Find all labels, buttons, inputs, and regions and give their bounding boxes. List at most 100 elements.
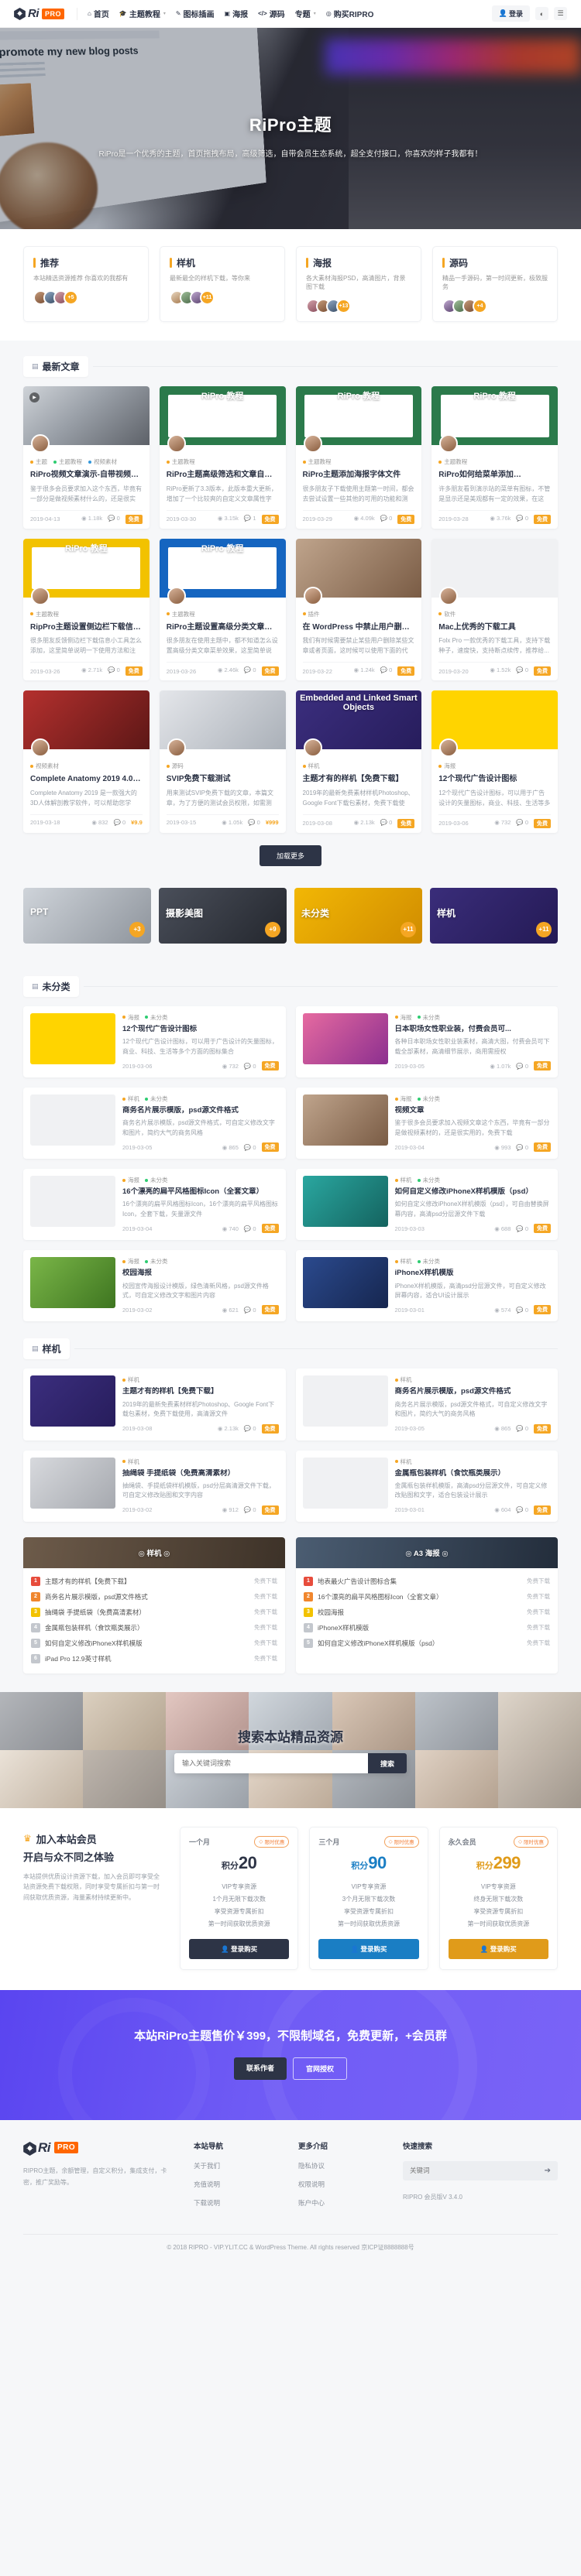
nav-item-posters[interactable]: ▣ 海报: [225, 8, 249, 19]
footer-search-input[interactable]: [410, 2167, 545, 2175]
vip-plan-card[interactable]: 一个月 ◇ 限时优惠 积分20 VIP专享资源 1个月无限下载次数 享受资源专属折扣第…: [180, 1826, 299, 1970]
post-title[interactable]: RiPro视频文章演示-自带视频播放...: [30, 470, 143, 481]
official-license-button[interactable]: 官网授权: [293, 2057, 348, 2080]
post-category[interactable]: 样机: [394, 1176, 412, 1184]
list-title[interactable]: 视频文章: [395, 1106, 552, 1115]
list-title[interactable]: 抽绳袋 手提纸袋（免费高清素材）: [122, 1469, 279, 1478]
category-card-recommend[interactable]: 推荐 本站精选资源推荐 你喜欢的我都有 +5: [23, 246, 149, 323]
vip-plan-card[interactable]: 三个月 ◇ 限时优惠 积分90 VIP专享资源 3个月无限下载次数 享受资源专属折扣第…: [309, 1826, 428, 1970]
list-title[interactable]: 主题才有的样机【免费下载】: [122, 1387, 279, 1396]
post-category[interactable]: 未分类: [417, 1257, 440, 1266]
post-category[interactable]: 海报: [122, 1013, 139, 1022]
footer-link[interactable]: 充值说明: [194, 2180, 275, 2189]
arrow-right-icon[interactable]: ➔: [545, 2167, 551, 2175]
post-title[interactable]: RiPro主题添加海报字体文件: [303, 470, 415, 481]
post-category[interactable]: 主题教程: [30, 610, 59, 618]
post-category[interactable]: 主题: [30, 457, 47, 466]
post-category[interactable]: 样机: [394, 1458, 412, 1466]
post-category[interactable]: 未分类: [417, 1176, 440, 1184]
post-title[interactable]: 主题才有的样机【免费下载】: [303, 774, 415, 785]
login-button[interactable]: 👤 登录: [491, 5, 530, 22]
post-category[interactable]: 未分类: [145, 1176, 168, 1184]
post-title[interactable]: RiPro主题高级筛选和文章自定义属...: [167, 470, 279, 481]
category-card-mockup[interactable]: 样机 最新最全的样机下载，等你来 +11: [160, 246, 285, 323]
list-item[interactable]: 样机 未分类 商务名片展示模版，psd源文件格式 商务名片展示模版，psd源文件格…: [23, 1088, 286, 1160]
rank-item[interactable]: 4 iPhoneX样机模版 免费下载: [304, 1620, 550, 1636]
post-card[interactable]: 源码 SVIP免费下载测试 用来测试SVIP免费下载的文章，本篇文章，为了方便的…: [159, 690, 286, 833]
strip-card[interactable]: PPT +3: [23, 887, 151, 944]
post-category[interactable]: 软件: [438, 610, 456, 618]
list-item[interactable]: 海报 未分类 校园海报 校园宣传海报设计模版，绿色清新风格，psd源文件格式，可自…: [23, 1250, 286, 1322]
post-category[interactable]: 主题教程: [438, 457, 467, 466]
rank-item[interactable]: 1 主题才有的样机【免费下载】 免费下载: [31, 1574, 277, 1589]
post-category[interactable]: 源码: [166, 762, 184, 770]
contact-author-button[interactable]: 联系作者: [233, 2057, 287, 2080]
list-item[interactable]: 海报 未分类 日本职场女性职业装，付费会员可... 各种日本职场女性职业装素材，高…: [295, 1005, 558, 1077]
post-category[interactable]: 海报: [394, 1094, 412, 1103]
post-card[interactable]: 海报 12个现代广告设计图标 12个现代广告设计图标，可以用于广告设计的矢量图标…: [431, 690, 558, 833]
list-title[interactable]: 金属瓶包装样机（食饮瓶类展示）: [395, 1469, 552, 1478]
list-item[interactable]: 海报 未分类 16个漂亮的扁平风格图标Icon（全套文章） 16个漂亮的扁平风格图…: [23, 1169, 286, 1241]
list-item[interactable]: 样机 未分类 如何自定义修改iPhoneX样机模版（psd） 如何自定义修改iPh…: [295, 1169, 558, 1241]
post-category[interactable]: 主题教程: [53, 457, 82, 466]
rank-item[interactable]: 1 地表最火广告设计图标合集 免费下载: [304, 1574, 550, 1589]
nav-item-icons[interactable]: ✎ 图标插画: [176, 8, 215, 19]
post-card[interactable]: RiPro 教程 主题教程 RiPro主题高级筛选和文章自定义属... RiPr…: [159, 386, 286, 529]
list-title[interactable]: 商务名片展示模版，psd源文件格式: [122, 1106, 279, 1115]
list-title[interactable]: iPhoneX样机模版: [395, 1269, 552, 1278]
footer-logo[interactable]: Ri PRO: [23, 2140, 170, 2156]
post-title[interactable]: RipPro主题设置侧边栏下载信息小...: [30, 622, 143, 633]
strip-card[interactable]: 未分类 +11: [294, 887, 422, 944]
post-card[interactable]: 软件 Mac上优秀的下载工具 Folx Pro 一款优秀的下载工具，支持下载种子…: [431, 538, 558, 681]
nav-item-topics[interactable]: 专题 ▾: [295, 8, 316, 19]
post-category[interactable]: 样机: [122, 1094, 139, 1103]
post-card[interactable]: 插件 在 WordPress 中禁止用户删除某... 我们有时候需要禁止某些用户…: [295, 538, 422, 681]
vip-plan-card[interactable]: 永久会员 ◇ 限时优惠 积分299 VIP专享资源 终身无限下载次数 享受资源专属折扣…: [438, 1826, 558, 1970]
post-category[interactable]: 未分类: [145, 1257, 168, 1266]
post-category[interactable]: 样机: [394, 1257, 412, 1266]
nav-item-tutorials[interactable]: 🎓 主题教程 ▾: [119, 8, 166, 19]
post-category[interactable]: 插件: [302, 610, 320, 618]
list-title[interactable]: 日本职场女性职业装，付费会员可...: [395, 1025, 552, 1034]
rank-item[interactable]: 4 金属瓶包装样机（食饮瓶类展示） 免费下载: [31, 1620, 277, 1636]
post-category[interactable]: 海报: [122, 1257, 139, 1266]
rank-item[interactable]: 2 商务名片展示模版，psd源文件格式 免费下载: [31, 1589, 277, 1605]
rank-item[interactable]: 2 16个漂亮的扁平风格图标Icon（全套文章） 免费下载: [304, 1589, 550, 1605]
post-category[interactable]: 样机: [394, 1375, 412, 1384]
category-card-poster[interactable]: 海报 各大素材海报PSD，高清图片，背景图下载 +13: [296, 246, 421, 323]
rank-item[interactable]: 5 如何自定义修改iPhoneX样机模版（psd） 免费下载: [304, 1636, 550, 1651]
category-card-source[interactable]: 源码 精品一手源码，第一时间更新，极致服务 +4: [432, 246, 558, 323]
list-item[interactable]: 样机 主题才有的样机【免费下载】 2019年的最新免费素材样机Photoshop…: [23, 1368, 286, 1440]
post-title[interactable]: RiPro如何给菜单添加fontaweso...: [438, 470, 551, 481]
post-category[interactable]: 样机: [122, 1458, 139, 1466]
site-logo[interactable]: Ri PRO: [14, 7, 65, 20]
theme-toggle-button[interactable]: ◐: [535, 7, 548, 20]
list-title[interactable]: 16个漂亮的扁平风格图标Icon（全套文章）: [122, 1187, 279, 1197]
strip-card[interactable]: 摄影美图 +9: [159, 887, 287, 944]
post-card[interactable]: RiPro 教程 主题教程 RiPro如何给菜单添加fontaweso... 许…: [431, 386, 558, 529]
search-input[interactable]: [174, 1753, 368, 1774]
vip-buy-button[interactable]: 👤 登录购买: [318, 1938, 419, 1959]
list-title[interactable]: 商务名片展示模版，psd源文件格式: [395, 1387, 552, 1396]
footer-link[interactable]: 下载说明: [194, 2198, 275, 2208]
load-more-button[interactable]: 加载更多: [259, 844, 321, 866]
post-title[interactable]: Complete Anatomy 2019 4.0.1 ...: [30, 774, 143, 785]
post-card[interactable]: ▶ 主题主题教程视频素材 RiPro视频文章演示-自带视频播放... 鉴于很多会…: [23, 386, 150, 529]
post-card[interactable]: 视频素材 Complete Anatomy 2019 4.0.1 ... Com…: [23, 690, 150, 833]
post-title[interactable]: RiPro主题设置高级分类文章菜单: [167, 622, 279, 633]
rank-item[interactable]: 3 校园海报 免费下载: [304, 1605, 550, 1620]
post-card[interactable]: Embedded and Linked Smart Objects 样机 主题才…: [295, 690, 422, 833]
post-card[interactable]: RiPro 教程 主题教程 RiPro主题设置高级分类文章菜单 很多朋友在使用主…: [159, 538, 286, 681]
post-category[interactable]: 主题教程: [302, 457, 332, 466]
list-title[interactable]: 如何自定义修改iPhoneX样机模版（psd）: [395, 1187, 552, 1197]
footer-link[interactable]: 账户中心: [298, 2198, 380, 2208]
post-title[interactable]: 在 WordPress 中禁止用户删除某...: [303, 622, 415, 633]
post-category[interactable]: 海报: [394, 1013, 412, 1022]
hamburger-menu-button[interactable]: ☰: [554, 7, 567, 20]
post-category[interactable]: 未分类: [417, 1013, 440, 1022]
vip-buy-button[interactable]: 👤 登录购买: [448, 1938, 548, 1959]
list-title[interactable]: 12个现代广告设计图标: [122, 1025, 279, 1034]
rank-item[interactable]: 6 iPad Pro 12.9英寸样机 免费下载: [31, 1651, 277, 1667]
list-item[interactable]: 样机 未分类 iPhoneX样机模版 iPhoneX样机模版，高清psd分层源文件…: [295, 1250, 558, 1322]
post-category[interactable]: 视频素材: [88, 457, 117, 466]
